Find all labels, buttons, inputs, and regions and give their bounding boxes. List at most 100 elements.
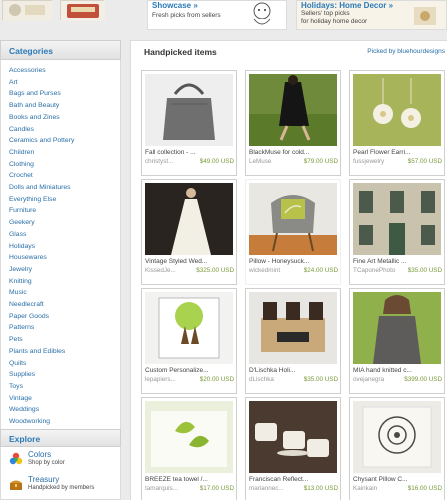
item-image[interactable] [249, 74, 337, 146]
item-title[interactable]: Franciscan Reflect... [249, 476, 339, 483]
category-children[interactable]: Children [9, 149, 34, 156]
tea-towel-photo [145, 401, 233, 473]
item-shop[interactable]: christyst... [145, 158, 173, 165]
category-music[interactable]: Music [9, 289, 27, 296]
item-title[interactable]: Custom Personalize... [145, 367, 235, 374]
item-card[interactable]: BlackMuse for cold... LeMuse $79.00 USD [245, 70, 341, 176]
explore-colors[interactable]: Colors Shop by color [7, 450, 119, 470]
item-shop[interactable]: dLischka [249, 376, 274, 383]
item-shop[interactable]: tamarquis... [145, 485, 178, 492]
item-shop[interactable]: LeMuse [249, 158, 271, 165]
category-bath-and-beauty[interactable]: Bath and Beauty [9, 102, 59, 109]
category-clothing[interactable]: Clothing [9, 161, 34, 168]
promo-thumbnail-right[interactable] [60, 0, 105, 21]
item-shop[interactable]: fussjewelry [353, 158, 384, 165]
item-image[interactable] [249, 183, 337, 255]
category-furniture[interactable]: Furniture [9, 207, 36, 214]
category-candles[interactable]: Candles [9, 126, 34, 133]
category-woodworking[interactable]: Woodworking [9, 418, 50, 425]
item-image[interactable] [145, 74, 233, 146]
item-card[interactable]: D'Lischka Holi... dLischka $35.00 USD [245, 288, 341, 394]
explore-colors-title[interactable]: Colors [28, 450, 51, 459]
item-shop[interactable]: wickedmint [249, 267, 280, 274]
category-art[interactable]: Art [9, 79, 18, 86]
item-title[interactable]: Vintage Styled Wed... [145, 258, 235, 265]
showcase-subtitle: Fresh picks from sellers [152, 12, 221, 19]
item-shop[interactable]: KissedJe... [145, 267, 176, 274]
holiday-promo-subtitle-line2: for holiday home decor [301, 18, 368, 25]
item-price: $20.00 USD [199, 376, 234, 383]
building-facade-photo [353, 183, 441, 255]
category-geekery[interactable]: Geekery [9, 219, 35, 226]
item-card[interactable]: Franciscan Reflect... mariannec... $13.0… [245, 397, 341, 500]
category-weddings[interactable]: Weddings [9, 406, 39, 413]
category-quilts[interactable]: Quilts [9, 360, 26, 367]
top-banner-strip: Showcase » Fresh picks from sellers Holi… [0, 0, 447, 34]
holiday-promo-title[interactable]: Holidays: Home Decor » [301, 1, 393, 10]
item-card[interactable]: Fall collection - ... christyst... $49.0… [141, 70, 237, 176]
item-image[interactable] [249, 401, 337, 473]
category-everything-else[interactable]: Everything Else [9, 196, 56, 203]
category-ceramics-and-pottery[interactable]: Ceramics and Pottery [9, 137, 74, 144]
item-image[interactable] [353, 74, 441, 146]
item-card[interactable]: Vintage Styled Wed... KissedJe... $325.0… [141, 179, 237, 285]
item-title[interactable]: BlackMuse for cold... [249, 149, 339, 156]
category-jewelry[interactable]: Jewelry [9, 266, 32, 273]
item-shop[interactable]: lepapiers... [145, 376, 176, 383]
explore-treasury-subtitle: Handpicked by members [28, 485, 95, 491]
explore-treasury-title[interactable]: Treasury [28, 475, 59, 484]
item-title[interactable]: Pearl Flower Earri... [353, 149, 443, 156]
item-title[interactable]: Pillow - Honeysuck... [249, 258, 339, 265]
item-image[interactable] [145, 292, 233, 364]
item-shop[interactable]: TCaponePhoto [353, 267, 395, 274]
category-holidays[interactable]: Holidays [9, 243, 35, 250]
category-accessories[interactable]: Accessories [9, 67, 46, 74]
item-title[interactable]: BREEZE tea towel /... [145, 476, 235, 483]
category-knitting[interactable]: Knitting [9, 278, 32, 285]
category-supplies[interactable]: Supplies [9, 371, 35, 378]
item-card[interactable]: BREEZE tea towel /... tamarquis... $17.0… [141, 397, 237, 500]
category-plants-and-edibles[interactable]: Plants and Edibles [9, 348, 65, 355]
item-title[interactable]: Chysant Pillow C... [353, 476, 443, 483]
item-image[interactable] [145, 401, 233, 473]
holiday-promo[interactable]: Holidays: Home Decor » Sellers' top pick… [296, 0, 447, 30]
item-image[interactable] [353, 292, 441, 364]
item-card[interactable]: Chysant Pillow C... Kainkain $16.00 USD [349, 397, 445, 500]
category-needlecraft[interactable]: Needlecraft [9, 301, 44, 308]
picked-by-link[interactable]: Picked by bluehourdesigns [367, 48, 445, 55]
item-card[interactable]: Pillow - Honeysuck... wickedmint $24.00 … [245, 179, 341, 285]
item-image[interactable] [145, 183, 233, 255]
item-shop[interactable]: Kainkain [353, 485, 377, 492]
category-housewares[interactable]: Housewares [9, 254, 47, 261]
category-vintage[interactable]: Vintage [9, 395, 32, 402]
category-pets[interactable]: Pets [9, 336, 23, 343]
item-shop[interactable]: ovejanegra [353, 376, 384, 383]
category-paper-goods[interactable]: Paper Goods [9, 313, 49, 320]
categories-list: Accessories Art Bags and Purses Bath and… [0, 60, 121, 434]
category-bags-and-purses[interactable]: Bags and Purses [9, 90, 61, 97]
page-title: Handpicked items [144, 47, 217, 57]
item-card[interactable]: MIA hand knitted c... ovejanegra $399.00… [349, 288, 445, 394]
promo-thumbnail-left[interactable] [2, 0, 53, 21]
item-image[interactable] [353, 183, 441, 255]
category-dolls-and-miniatures[interactable]: Dolls and Miniatures [9, 184, 71, 191]
item-card[interactable]: Fine Art Metallic ... TCaponePhoto $35.0… [349, 179, 445, 285]
category-toys[interactable]: Toys [9, 383, 23, 390]
item-title[interactable]: Fall collection - ... [145, 149, 235, 156]
category-glass[interactable]: Glass [9, 231, 26, 238]
showcase-title[interactable]: Showcase » [152, 1, 198, 10]
category-crochet[interactable]: Crochet [9, 172, 33, 179]
item-card[interactable]: Custom Personalize... lepapiers... $20.0… [141, 288, 237, 394]
showcase-promo[interactable]: Showcase » Fresh picks from sellers [147, 0, 287, 30]
category-patterns[interactable]: Patterns [9, 324, 34, 331]
category-books-and-zines[interactable]: Books and Zines [9, 114, 60, 121]
item-image[interactable] [353, 401, 441, 473]
explore-list: Colors Shop by color Treasury Handpicked… [0, 447, 121, 500]
explore-treasury[interactable]: Treasury Handpicked by members [7, 475, 119, 495]
item-title[interactable]: Fine Art Metallic ... [353, 258, 443, 265]
item-card[interactable]: Pearl Flower Earri... fussjewelry $57.00… [349, 70, 445, 176]
item-title[interactable]: D'Lischka Holi... [249, 367, 339, 374]
item-image[interactable] [249, 292, 337, 364]
item-shop[interactable]: mariannec... [249, 485, 284, 492]
item-title[interactable]: MIA hand knitted c... [353, 367, 443, 374]
